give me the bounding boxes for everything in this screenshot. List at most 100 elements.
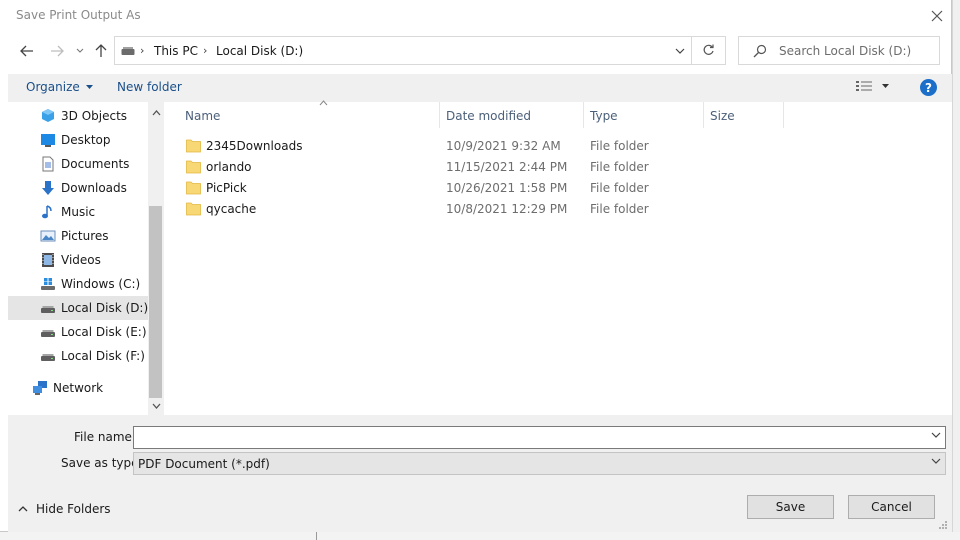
sidebar-item-desktop[interactable]: Desktop [8,128,148,152]
recent-locations-button[interactable] [70,38,90,64]
file-name-field[interactable] [133,426,946,449]
sidebar-item-videos[interactable]: Videos [8,248,148,272]
chevron-down-icon[interactable] [931,432,941,438]
scroll-down-button[interactable] [150,399,162,413]
sidebar-item-downloads[interactable]: Downloads [8,176,148,200]
network-icon [33,381,47,395]
sidebar-item-pictures[interactable]: Pictures [8,224,148,248]
documents-icon [42,156,54,172]
downloads-icon [42,181,54,195]
sidebar-item-windows-c[interactable]: Windows (C:) [8,272,148,296]
organize-label: Organize [26,80,80,94]
sidebar-item-label: Pictures [61,229,109,243]
refresh-icon [703,44,714,55]
folder-icon [186,181,201,195]
sidebar-item-label: Local Disk (E:) [61,325,147,339]
sidebar-item-3d-objects[interactable]: 3D Objects [8,104,148,128]
hide-folders-button[interactable]: Hide Folders [18,502,111,516]
chevron-up-icon [152,110,160,116]
save-type-value: PDF Document (*.pdf) [138,457,270,471]
arrow-up-icon [95,44,107,57]
background-divider [316,532,317,540]
file-name: qycache [206,202,257,216]
sidebar-item-label: Desktop [61,133,111,147]
column-header-label: Size [710,109,735,123]
sort-ascending-icon [319,100,328,106]
save-button[interactable]: Save [747,495,834,519]
scroll-thumb[interactable] [149,206,162,398]
up-button[interactable] [90,38,112,64]
file-list: Name Date modified Type Size 2345Downloa… [164,100,952,415]
save-type-select[interactable]: PDF Document (*.pdf) [133,452,946,475]
sidebar-item-local-disk-d[interactable]: Local Disk (D:) [8,296,148,320]
search-input[interactable]: Search Local Disk (D:) [779,44,911,58]
3d-objects-icon [42,109,54,122]
details-view-icon [856,81,872,91]
breadcrumb-local-disk-d[interactable]: Local Disk (D:) [216,44,303,58]
sidebar-item-local-disk-e[interactable]: Local Disk (E:) [8,320,148,344]
file-date: 10/26/2021 1:58 PM [446,181,568,195]
file-row[interactable]: PicPick 10/26/2021 1:58 PM File folder [164,177,952,198]
organize-button[interactable]: Organize [26,80,93,94]
column-header-type[interactable]: Type [584,102,704,128]
file-type: File folder [590,139,649,153]
sidebar-item-label: Videos [61,253,101,267]
cancel-button[interactable]: Cancel [848,495,935,519]
navigation-pane: 3D Objects Desktop Documents Downloads M… [8,102,164,415]
sidebar-item-label: Network [53,381,104,395]
column-header-date-modified[interactable]: Date modified [440,102,584,128]
file-date: 10/9/2021 9:32 AM [446,139,561,153]
file-name-label: File name: [74,430,136,444]
navigation-scrollbar[interactable] [148,102,164,415]
command-bar: Organize New folder ? [8,74,952,102]
back-button[interactable] [16,38,38,64]
change-view-button[interactable] [856,80,889,92]
caret-down-icon [85,85,93,89]
new-folder-button[interactable]: New folder [117,80,182,94]
file-row[interactable]: 2345Downloads 10/9/2021 9:32 AM File fol… [164,135,952,156]
sidebar-item-label: 3D Objects [61,109,128,123]
file-type: File folder [590,160,649,174]
column-header-size[interactable]: Size [704,102,784,128]
drive-icon [121,47,135,55]
help-button[interactable]: ? [920,79,937,96]
sidebar-item-network[interactable]: Network [8,376,148,400]
breadcrumb-separator-icon: › [203,44,208,57]
sidebar-item-label: Windows (C:) [61,277,141,291]
forward-button[interactable] [46,38,68,64]
title-bar: Save Print Output As [0,0,952,32]
column-header-name[interactable]: Name [179,100,440,128]
chevron-down-icon [931,458,941,464]
chevron-down-icon [152,403,160,409]
address-dropdown-button[interactable] [668,37,692,64]
scroll-up-button[interactable] [150,106,162,120]
file-name: PicPick [206,181,247,195]
file-date: 10/8/2021 12:29 PM [446,202,568,216]
save-type-label: Save as type: [61,456,143,470]
file-name: 2345Downloads [206,139,303,153]
sidebar-item-label: Local Disk (F:) [61,349,145,363]
breadcrumb-this-pc[interactable]: This PC [154,44,198,58]
chevron-up-icon [18,506,28,512]
sidebar-item-label: Downloads [61,181,127,195]
arrow-left-icon [20,45,33,57]
address-bar[interactable]: › This PC › Local Disk (D:) [114,36,692,65]
sidebar-item-music[interactable]: Music [8,200,148,224]
refresh-button[interactable] [692,36,726,65]
hide-folders-label: Hide Folders [36,502,111,516]
sidebar-item-label: Documents [61,157,130,171]
videos-icon [42,253,54,267]
file-name-input[interactable] [136,429,926,446]
file-row[interactable]: orlando 11/15/2021 2:44 PM File folder [164,156,952,177]
sidebar-item-label: Music [61,205,96,219]
resize-grip-icon[interactable] [938,520,948,530]
search-box[interactable]: Search Local Disk (D:) [738,36,940,65]
sidebar-item-local-disk-f[interactable]: Local Disk (F:) [8,344,148,368]
column-header-label: Type [590,109,618,123]
file-row[interactable]: qycache 10/8/2021 12:29 PM File folder [164,198,952,219]
sidebar-item-documents[interactable]: Documents [8,152,148,176]
close-button[interactable] [922,0,952,32]
file-type: File folder [590,202,649,216]
folder-icon [186,202,201,216]
save-form: File name: Save as type: PDF Document (*… [8,415,952,532]
